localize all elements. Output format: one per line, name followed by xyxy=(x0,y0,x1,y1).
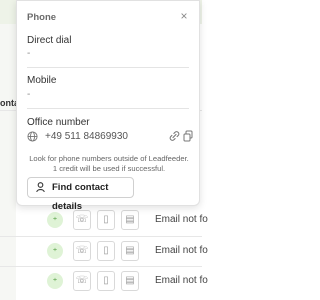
phone-icon[interactable]: ☏ xyxy=(73,241,91,261)
user-add-icon[interactable]: ⁺ xyxy=(47,273,63,289)
hint-line-2: 1 credit will be used if successful. xyxy=(52,164,166,173)
popup-title: Phone xyxy=(27,12,57,23)
find-contact-details-button[interactable]: Find contact details xyxy=(27,177,134,212)
email-status: Email not fo xyxy=(155,275,208,286)
mobile-value: - xyxy=(27,89,31,100)
table-row[interactable]: ⁺ ☏ ▯ ▤ Email not fo xyxy=(0,205,208,235)
phone-popup: Phone × Direct dial - Mobile - Office nu… xyxy=(16,0,200,212)
link-icon[interactable] xyxy=(169,130,180,142)
divider xyxy=(27,67,189,68)
direct-dial-label: Direct dial xyxy=(27,35,72,46)
divider xyxy=(27,108,189,109)
table-row[interactable]: ⁺ ☏ ▯ ▤ Email not fo xyxy=(0,266,208,296)
contact-card-icon[interactable]: ▤ xyxy=(121,271,139,291)
mobile-icon[interactable]: ▯ xyxy=(97,241,115,261)
mobile-label: Mobile xyxy=(27,75,57,86)
globe-icon xyxy=(27,131,38,142)
copy-icon[interactable] xyxy=(183,130,193,142)
contact-card-icon[interactable]: ▤ xyxy=(121,241,139,261)
direct-dial-value: - xyxy=(27,48,31,59)
mobile-icon[interactable]: ▯ xyxy=(97,271,115,291)
contact-card-icon[interactable]: ▤ xyxy=(121,210,139,230)
hint-text: Look for phone numbers outside of Leadfe… xyxy=(23,154,195,174)
user-add-icon[interactable]: ⁺ xyxy=(47,243,63,259)
office-number-value: +49 511 84869930 xyxy=(45,131,128,142)
person-search-icon xyxy=(36,182,45,193)
office-number-label: Office number xyxy=(27,117,90,128)
hint-line-1: Look for phone numbers outside of Leadfe… xyxy=(29,154,189,163)
close-icon[interactable]: × xyxy=(177,9,191,23)
email-status: Email not fo xyxy=(155,245,208,256)
mobile-icon[interactable]: ▯ xyxy=(97,210,115,230)
email-status: Email not fo xyxy=(155,214,208,225)
table-row[interactable]: ⁺ ☏ ▯ ▤ Email not fo xyxy=(0,236,208,266)
phone-icon[interactable]: ☏ xyxy=(73,271,91,291)
